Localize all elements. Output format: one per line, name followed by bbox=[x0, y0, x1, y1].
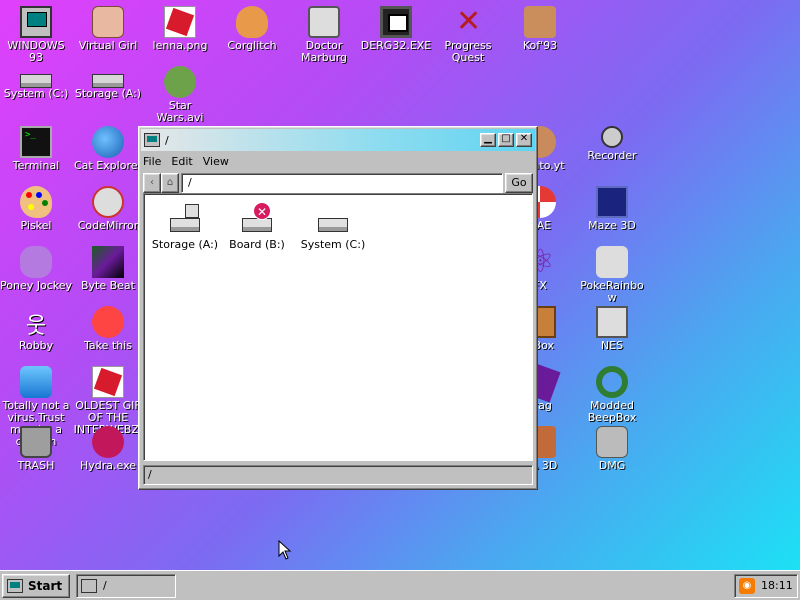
desktop-icon-maze-3d[interactable]: Maze 3D bbox=[576, 186, 648, 232]
file-view[interactable]: Storage (A:) ✕ Board (B:) System (C:) bbox=[143, 193, 533, 461]
desktop-icon-take-this[interactable]: Take this bbox=[72, 306, 144, 352]
microphone-icon bbox=[601, 126, 623, 148]
floppy-drive-icon bbox=[92, 74, 124, 88]
system-tray: ◉ 18:11 bbox=[734, 573, 798, 598]
hard-drive-icon bbox=[316, 204, 350, 234]
nes-icon bbox=[596, 306, 628, 338]
glitch-icon bbox=[92, 246, 124, 278]
board-drive-icon: ✕ bbox=[240, 202, 274, 234]
trash-icon bbox=[20, 426, 52, 458]
hydra-icon bbox=[92, 426, 124, 458]
menu-file[interactable]: File bbox=[143, 155, 161, 169]
floppy-drive-icon bbox=[168, 204, 202, 234]
desktop-icon-pokerainbow[interactable]: PokeRainbow bbox=[576, 246, 648, 304]
desktop-icon-progress-quest[interactable]: Progress Quest bbox=[432, 4, 504, 64]
desktop-icon-virtual-girl[interactable]: Virtual Girl bbox=[72, 6, 144, 52]
desktop-icon-trash[interactable]: TRASH bbox=[0, 426, 72, 472]
close-button[interactable]: ✕ bbox=[516, 133, 532, 147]
desktop-icon-byte-beat[interactable]: Byte Beat bbox=[72, 246, 144, 292]
back-button[interactable]: ‹ bbox=[143, 173, 161, 193]
gif-icon bbox=[92, 366, 124, 398]
drive-board-b[interactable]: ✕ Board (B:) bbox=[222, 202, 292, 251]
desktop-icon-cat-explorer[interactable]: Cat Explorer bbox=[72, 126, 144, 172]
desktop-icon-terminal[interactable]: Terminal bbox=[0, 126, 72, 172]
menu-bar: File Edit View bbox=[139, 153, 537, 171]
desktop-icon-storage-a[interactable]: Storage (A:) bbox=[72, 66, 144, 100]
maximize-button[interactable]: □ bbox=[498, 133, 514, 147]
taskbar-item-explorer[interactable]: / bbox=[76, 573, 176, 598]
drive-storage-a[interactable]: Storage (A:) bbox=[150, 204, 220, 251]
clown-icon bbox=[92, 306, 124, 338]
stickman-icon bbox=[20, 306, 52, 340]
menu-view[interactable]: View bbox=[203, 155, 229, 169]
computer-icon bbox=[81, 578, 97, 593]
address-input[interactable]: / bbox=[181, 173, 503, 193]
computer-icon bbox=[7, 578, 23, 593]
gameboy-icon bbox=[596, 426, 628, 458]
desktop-icon-dmg[interactable]: DMG bbox=[576, 426, 648, 472]
start-button[interactable]: Start bbox=[2, 573, 70, 598]
drive-system-c[interactable]: System (C:) bbox=[298, 204, 368, 251]
terminal-icon bbox=[20, 126, 52, 158]
home-icon[interactable]: ⌂ bbox=[161, 173, 179, 193]
pokemon-icon bbox=[596, 246, 628, 278]
image-icon bbox=[164, 6, 196, 38]
status-bar: / bbox=[143, 465, 533, 485]
clock: 18:11 bbox=[761, 579, 793, 592]
dog-icon bbox=[236, 6, 268, 38]
explorer-window[interactable]: / ▁ □ ✕ File Edit View ‹ ⌂ / Go Storage … bbox=[138, 126, 538, 490]
swords-icon bbox=[452, 4, 484, 39]
desktop-icon-robby[interactable]: Robby bbox=[0, 306, 72, 352]
ring-icon bbox=[596, 366, 628, 398]
minimize-button[interactable]: ▁ bbox=[480, 133, 496, 147]
desktop-icon-modded-beepbox[interactable]: Modded BeepBox bbox=[576, 366, 648, 424]
face-icon bbox=[92, 6, 124, 38]
globe-icon bbox=[92, 126, 124, 158]
drive-icon bbox=[20, 74, 52, 88]
address-bar: ‹ ⌂ / Go bbox=[139, 171, 537, 195]
desktop-icon-recorder[interactable]: Recorder bbox=[576, 126, 648, 162]
go-button[interactable]: Go bbox=[505, 173, 533, 193]
desktop-icon-star-wars[interactable]: Star Wars.avi bbox=[144, 66, 216, 124]
desktop-icon-nes[interactable]: NES bbox=[576, 306, 648, 352]
window-titlebar[interactable]: / ▁ □ ✕ bbox=[141, 129, 535, 151]
desktop-icon-system-c[interactable]: System (C:) bbox=[0, 66, 72, 100]
desktop-icon-poney-jockey[interactable]: Poney Jockey bbox=[0, 246, 72, 292]
doctor-icon bbox=[308, 6, 340, 38]
cat-icon bbox=[92, 186, 124, 218]
desktop-icon-hydra[interactable]: Hydra.exe bbox=[72, 426, 144, 472]
window-title: / bbox=[165, 133, 169, 147]
rss-icon[interactable]: ◉ bbox=[739, 577, 755, 594]
palette-icon bbox=[20, 186, 52, 218]
computer-icon bbox=[144, 133, 160, 147]
maze-icon bbox=[596, 186, 628, 218]
desktop-icon-derg32[interactable]: DERG32.EXE bbox=[360, 6, 432, 52]
taskbar: Start / ◉ 18:11 bbox=[0, 570, 800, 600]
desktop-icon-kof93[interactable]: Kof'93 bbox=[504, 6, 576, 52]
desktop-icon-lenna[interactable]: lenna.png bbox=[144, 6, 216, 52]
pony-icon bbox=[20, 246, 52, 278]
desktop-icon-windows93[interactable]: WINDOWS 93 bbox=[0, 6, 72, 64]
menu-edit[interactable]: Edit bbox=[171, 155, 192, 169]
desktop-icon-corglitch[interactable]: Corglitch bbox=[216, 6, 288, 52]
desktop-icon-codemirror[interactable]: CodeMirror bbox=[72, 186, 144, 232]
monitor-icon bbox=[380, 6, 412, 38]
dolphin-icon bbox=[20, 366, 52, 398]
desktop-icon-piskel[interactable]: Piskel bbox=[0, 186, 72, 232]
computer-icon bbox=[20, 6, 52, 38]
fighter-icon bbox=[524, 6, 556, 38]
yoda-icon bbox=[164, 66, 196, 98]
desktop-icon-doctor-marburg[interactable]: Doctor Marburg bbox=[288, 6, 360, 64]
